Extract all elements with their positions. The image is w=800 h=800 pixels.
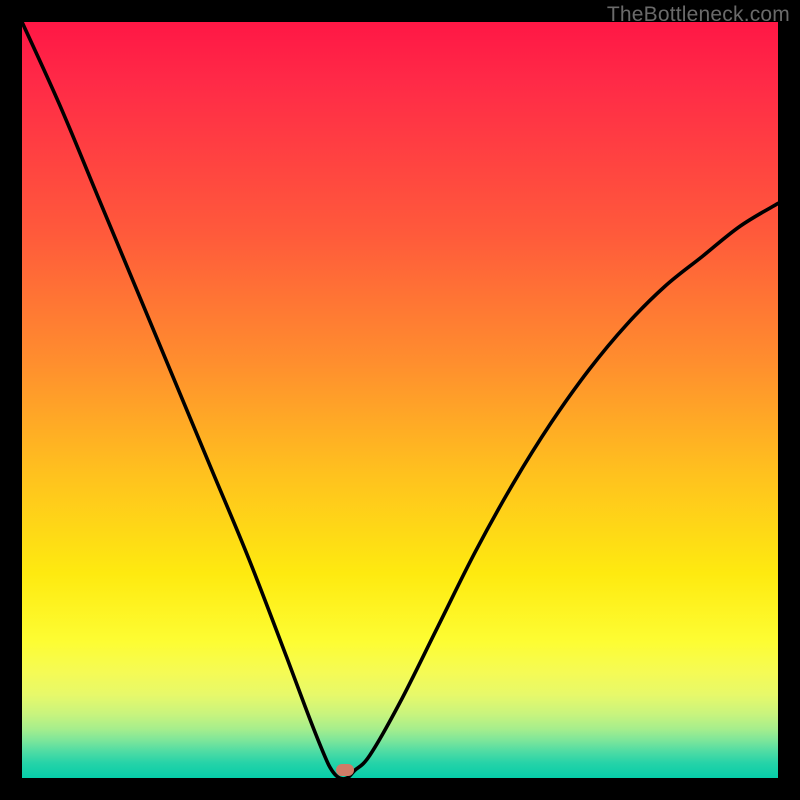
watermark-text: TheBottleneck.com xyxy=(607,3,790,27)
plot-area xyxy=(22,22,778,778)
chart-container: TheBottleneck.com xyxy=(0,0,800,800)
curve-layer xyxy=(22,22,778,778)
optimal-marker xyxy=(336,764,354,776)
bottleneck-curve xyxy=(22,22,778,778)
